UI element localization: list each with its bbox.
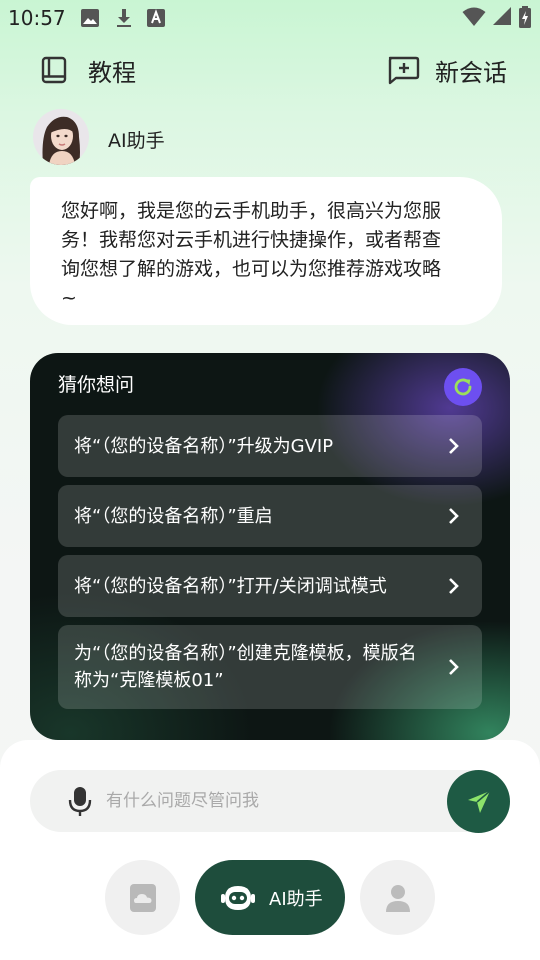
ai-assistant-tab[interactable]: AI助手 [195,860,345,935]
refresh-button[interactable] [444,368,482,406]
suggestion-text: 将“（您的设备名称）”打开/关闭调试模式 [74,575,387,597]
status-time: 10:57 [8,6,66,30]
suggestion-text: 称为“克隆模板01” [74,670,224,691]
message-input-bar [30,770,510,832]
greeting-message: 您好啊，我是您的云手机助手，很高兴为您服 务！我帮您对云手机进行快捷操作，或者帮… [30,177,502,325]
wifi-icon [462,7,486,31]
suggestion-item[interactable]: 将“（您的设备名称）”打开/关闭调试模式 [58,555,482,617]
send-button[interactable] [447,770,510,833]
suggestion-item[interactable]: 将“（您的设备名称）”重启 [58,485,482,547]
greeting-line: 您好啊，我是您的云手机助手，很高兴为您服 [61,200,442,222]
top-header: 教程 新会话 [0,50,540,90]
new-chat-button[interactable]: 新会话 [386,50,507,90]
greeting-line: 务！我帮您对云手机进行快捷操作，或者帮查 [61,229,442,251]
new-chat-label: 新会话 [435,58,507,87]
suggestion-text: 将“（您的设备名称）”升级为GVIP [74,435,334,457]
chevron-right-icon [449,578,459,594]
robot-icon [221,883,255,913]
assistant-name: AI助手 [108,130,165,152]
suggestions-card: 猜你想问 将“（您的设备名称）”升级为GVIP 将“（您的设备名称）”重启 将“… [30,353,510,740]
greeting-line: 询您想了解的游戏，也可以为您推荐游戏攻略 [61,258,442,280]
suggestion-item[interactable]: 为“（您的设备名称）”创建克隆模板，模版名 称为“克隆模板01” [58,625,482,709]
chevron-right-icon [449,659,459,675]
send-icon [465,788,493,816]
cloud-card-icon [129,883,157,913]
chevron-right-icon [449,438,459,454]
signal-icon [492,6,512,30]
download-icon [114,8,134,32]
chevron-right-icon [449,508,459,524]
new-chat-icon [386,55,420,85]
microphone-icon[interactable] [68,786,92,822]
status-bar: 10:57 [0,0,540,36]
cloud-phone-tab[interactable] [105,860,180,935]
battery-icon [519,6,531,32]
suggestion-text: 为“（您的设备名称）”创建克隆模板，模版名 [74,643,417,664]
suggestion-item[interactable]: 将“（您的设备名称）”升级为GVIP [58,415,482,477]
tutorial-button[interactable]: 教程 [40,50,136,90]
keyboard-a-icon [146,8,166,32]
ai-assistant-tab-label: AI助手 [269,888,323,910]
message-input[interactable] [106,786,436,816]
refresh-icon [451,375,475,399]
person-icon [384,883,412,913]
suggestions-title: 猜你想问 [58,374,135,396]
book-icon [40,55,70,85]
greeting-line: ~ [61,287,77,309]
tutorial-label: 教程 [88,58,136,87]
suggestion-text: 将“（您的设备名称）”重启 [74,505,273,527]
assistant-avatar [33,109,89,165]
image-icon [80,8,100,32]
profile-tab[interactable] [360,860,435,935]
